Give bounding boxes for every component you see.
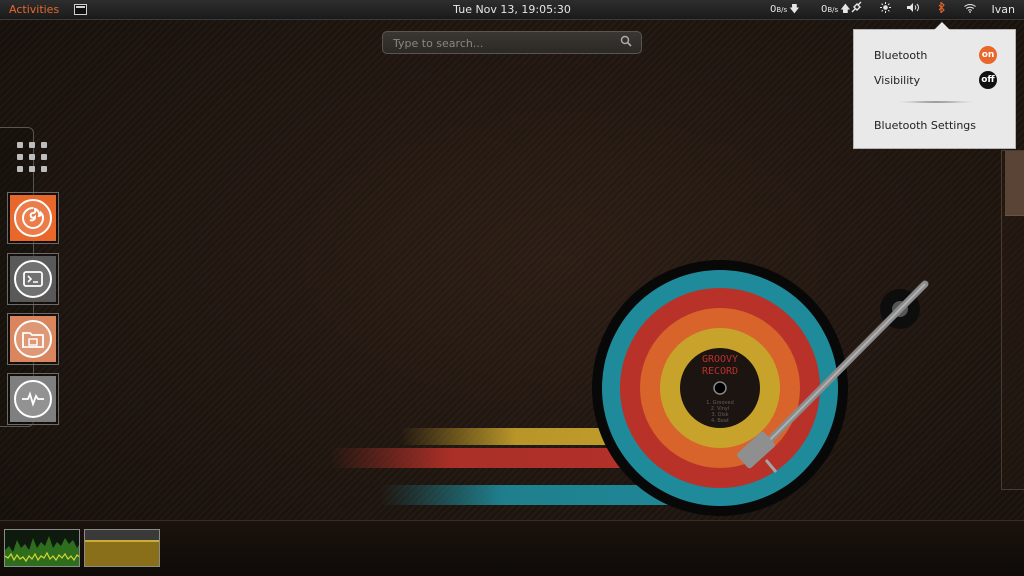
dash-item-firefox[interactable] bbox=[7, 192, 59, 244]
show-apps-icon[interactable] bbox=[17, 142, 49, 174]
visibility-toggle[interactable]: off bbox=[979, 71, 997, 89]
search-input[interactable] bbox=[391, 34, 615, 53]
cpu-graph-thumbnail[interactable] bbox=[4, 529, 80, 567]
dash-item-files[interactable] bbox=[7, 313, 59, 365]
workspace-thumbnail-panel[interactable] bbox=[1001, 150, 1024, 490]
dash-item-terminal[interactable] bbox=[7, 253, 59, 305]
wifi-icon[interactable] bbox=[964, 0, 976, 20]
record-title-line-2: RECORD bbox=[702, 366, 738, 377]
top-panel: Activities Tue Nov 13, 19:05:30 0B/s 🡇 0B… bbox=[0, 0, 1024, 20]
volume-icon[interactable] bbox=[907, 0, 920, 20]
memory-graph-thumbnail[interactable] bbox=[84, 529, 160, 567]
download-arrow-icon: 🡇 bbox=[789, 4, 800, 15]
clock[interactable]: Tue Nov 13, 19:05:30 bbox=[0, 0, 1024, 20]
visibility-label: Visibility bbox=[874, 74, 921, 87]
brightness-icon[interactable] bbox=[880, 0, 891, 20]
visibility-toggle-row[interactable]: Visibility bbox=[874, 74, 920, 87]
bluetooth-menu: Bluetooth on Visibility off Bluetooth Se… bbox=[853, 22, 1016, 149]
record-title-line-1: GROOVY bbox=[702, 354, 738, 365]
net-up-unit: B/s bbox=[827, 6, 839, 14]
bluetooth-icon[interactable] bbox=[938, 0, 946, 20]
dash-item-system-monitor[interactable] bbox=[7, 373, 59, 425]
wallpaper-turntable: GROOVY RECORD 1. Grooved 2. Vinyl 3. Dis… bbox=[330, 260, 929, 516]
network-plug-icon[interactable] bbox=[851, 0, 862, 20]
bluetooth-toggle[interactable]: on bbox=[979, 46, 997, 64]
net-upload-indicator[interactable]: 0B/s 🡅 bbox=[821, 0, 850, 20]
terminal-icon bbox=[10, 256, 56, 302]
record-track-4: 4. Beat bbox=[711, 418, 729, 424]
bluetooth-settings-item[interactable]: Bluetooth Settings bbox=[874, 119, 976, 132]
bluetooth-toggle-row[interactable]: Bluetooth bbox=[874, 49, 927, 62]
folder-icon bbox=[10, 316, 56, 362]
pulse-icon bbox=[10, 376, 56, 422]
clock-text: Tue Nov 13, 19:05:30 bbox=[453, 3, 571, 16]
bluetooth-label: Bluetooth bbox=[874, 49, 928, 62]
user-menu[interactable]: Ivan bbox=[992, 0, 1015, 20]
net-down-unit: B/s bbox=[776, 6, 788, 14]
net-download-indicator[interactable]: 0B/s 🡇 bbox=[770, 0, 799, 20]
firefox-icon bbox=[10, 195, 56, 241]
search-box[interactable] bbox=[382, 31, 642, 54]
upload-arrow-icon: 🡅 bbox=[840, 4, 851, 15]
search-icon bbox=[620, 35, 632, 50]
menu-separator bbox=[898, 101, 974, 103]
